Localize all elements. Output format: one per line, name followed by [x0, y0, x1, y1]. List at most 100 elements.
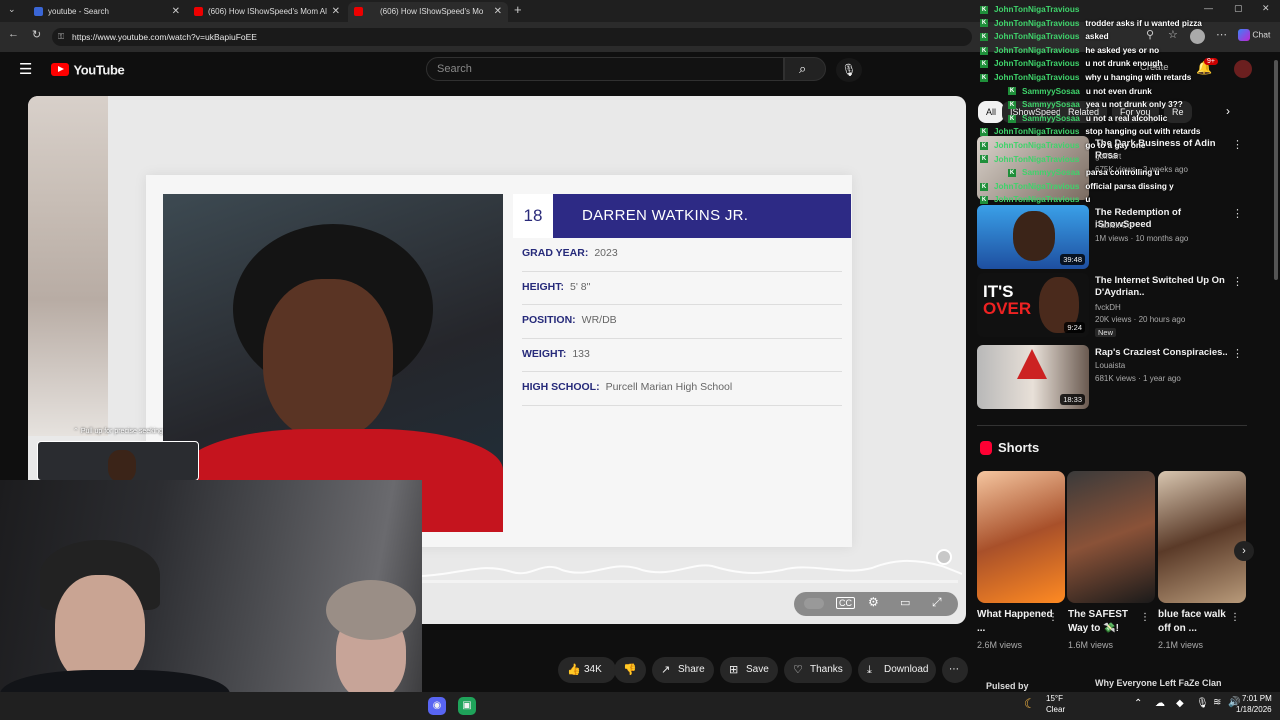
tab-video-2-active[interactable]: (606) How IShowSpeed's Mo ✕	[348, 2, 508, 22]
tab-youtube-search[interactable]: youtube - Search ✕	[28, 2, 186, 22]
kick-badge-icon: K	[980, 19, 988, 28]
short-thumbnail[interactable]	[977, 471, 1065, 603]
scrollbar[interactable]	[1274, 60, 1278, 280]
short-menu-icon[interactable]: ⋮	[1048, 612, 1058, 623]
chat-username: JohnTonNigaTravious	[994, 18, 1080, 28]
kick-badge-icon: K	[980, 141, 988, 150]
chat-message: K SammyySosaa yea u not drunk only 3??	[1008, 98, 1183, 112]
blurred-background	[28, 96, 108, 436]
download-button[interactable]: ⤓ Download	[858, 657, 936, 683]
related-video[interactable]: 39:48 The Redemption of iShowSpeed Patri…	[977, 205, 1247, 269]
chat-button[interactable]: Chat	[1238, 29, 1270, 41]
chips-next-chevron-icon[interactable]: ›	[1226, 104, 1230, 118]
chat-message: K SammyySosaa parsa controlling u	[1008, 166, 1160, 180]
settings-gear-icon[interactable]: ⚙	[868, 595, 879, 609]
discord-icon[interactable]: ◉	[428, 697, 446, 715]
shorts-next-icon[interactable]: ›	[1234, 541, 1254, 561]
youtube-logo-text: YouTube	[73, 62, 125, 78]
close-tab-icon[interactable]: ✕	[332, 2, 340, 22]
search-input[interactable]: Search	[426, 57, 784, 81]
site-info-icon[interactable]: ⚿	[58, 28, 64, 46]
close-tab-icon[interactable]: ✕	[494, 2, 502, 22]
progress-handle[interactable]	[936, 549, 952, 565]
next-video-hint-left: Pulsed by	[986, 681, 1029, 691]
wifi-icon[interactable]: ≋	[1213, 697, 1221, 708]
share-button[interactable]: ↗ Share	[652, 657, 714, 683]
copilot-icon	[1238, 29, 1250, 41]
more-menu-icon[interactable]: ⋯	[1216, 28, 1227, 41]
hamburger-menu-icon[interactable]: ☰	[19, 60, 32, 78]
video-thumbnail: 18:33	[977, 345, 1089, 409]
more-actions-button[interactable]: ⋯	[942, 657, 968, 683]
short-menu-icon[interactable]: ⋮	[1230, 612, 1240, 623]
video-meta: 1M views · 10 months ago	[1095, 234, 1189, 243]
like-button[interactable]: 👍 34K	[558, 657, 616, 683]
tab-video-1[interactable]: (606) How IShowSpeed's Mom Al ✕	[188, 2, 346, 22]
microphone-icon[interactable]: 🎙	[1196, 698, 1209, 709]
subtitles-icon[interactable]: CC	[836, 597, 855, 609]
related-video[interactable]: IT'S OVER 9:24 The Internet Switched Up O…	[977, 273, 1247, 337]
clock-date[interactable]: 1/18/2026	[1236, 705, 1272, 714]
search-button[interactable]: ⌕	[784, 57, 826, 81]
short-title[interactable]: blue face walk off on ...	[1158, 608, 1236, 636]
chip-all[interactable]: All	[978, 101, 1005, 123]
kick-badge-icon: K	[1008, 87, 1016, 96]
jersey-number: 18	[513, 194, 553, 238]
close-window-icon[interactable]: ✕	[1262, 3, 1270, 14]
clock-time[interactable]: 7:01 PM	[1242, 694, 1272, 703]
new-tab-icon[interactable]: +	[514, 2, 522, 17]
thanks-icon: ♡	[793, 664, 803, 676]
maximize-icon[interactable]: ▢	[1234, 3, 1243, 14]
short-title[interactable]: What Happened ...	[977, 608, 1055, 636]
height-field: HEIGHT: 5' 8"	[522, 281, 590, 293]
theater-mode-icon[interactable]: ▭	[900, 596, 910, 609]
chat-message: K JohnTonNigaTravious stop hanging out wit…	[980, 125, 1200, 139]
chat-text: u not drunk enough	[1085, 59, 1163, 69]
refresh-icon[interactable]: ↻	[32, 28, 41, 41]
tray-app2-icon[interactable]: ◆	[1176, 698, 1184, 709]
app-icon[interactable]: ▣	[458, 697, 476, 715]
seek-waveform[interactable]	[422, 552, 962, 582]
minimize-icon[interactable]: —	[1204, 3, 1213, 13]
tray-app-icon[interactable]: ☁	[1155, 698, 1165, 709]
close-tab-icon[interactable]: ✕	[172, 2, 180, 22]
dislike-button[interactable]: 👎	[614, 657, 646, 683]
kick-badge-icon: K	[980, 73, 988, 82]
short-thumbnail[interactable]	[1158, 471, 1246, 603]
share-label: Share	[678, 664, 705, 675]
url-field[interactable]: ⚿ https://www.youtube.com/watch?v=ukBapi…	[52, 28, 972, 46]
fullscreen-icon[interactable]: ⤢	[932, 595, 942, 610]
video-menu-icon[interactable]: ⋮	[1232, 275, 1243, 288]
sidebar-divider	[977, 425, 1247, 426]
chat-text: u not even drunk	[1085, 86, 1152, 96]
progress-bar[interactable]	[422, 580, 958, 583]
channel-name: Patrick Cc:	[1095, 221, 1134, 230]
account-avatar[interactable]	[1234, 60, 1252, 78]
profile-avatar[interactable]	[1190, 29, 1205, 44]
voice-search-icon[interactable]: 🎙	[836, 58, 862, 82]
related-video[interactable]: 18:33 Rap's Craziest Conspiracies.. Loua…	[977, 345, 1247, 409]
save-button[interactable]: ⊞ Save	[720, 657, 778, 683]
tab-label: youtube - Search	[48, 7, 109, 16]
share-icon: ↗	[661, 664, 671, 676]
tab-menu-icon[interactable]: ⌄	[8, 4, 16, 15]
kick-badge-icon: K	[1008, 114, 1016, 123]
tray-expand-icon[interactable]: ⌃	[1134, 698, 1142, 709]
video-menu-icon[interactable]: ⋮	[1232, 138, 1243, 151]
youtube-favicon-icon	[194, 7, 203, 16]
divider	[522, 271, 842, 272]
back-icon[interactable]: ←	[8, 28, 19, 40]
thanks-button[interactable]: ♡ Thanks	[784, 657, 852, 683]
short-menu-icon[interactable]: ⋮	[1140, 612, 1150, 623]
video-menu-icon[interactable]: ⋮	[1232, 347, 1243, 360]
thanks-label: Thanks	[810, 664, 843, 675]
autoplay-toggle-icon[interactable]	[804, 598, 824, 609]
chat-username: JohnTonNigaTravious	[994, 195, 1080, 205]
chat-username: SammyySosaa	[1022, 86, 1080, 96]
field-value: 133	[572, 348, 590, 360]
video-menu-icon[interactable]: ⋮	[1232, 207, 1243, 220]
short-thumbnail[interactable]	[1067, 471, 1155, 603]
youtube-logo[interactable]: YouTube	[51, 61, 125, 79]
short-title[interactable]: The SAFEST Way to 💸!	[1068, 608, 1146, 636]
chat-username: JohnTonNigaTravious	[994, 181, 1080, 191]
